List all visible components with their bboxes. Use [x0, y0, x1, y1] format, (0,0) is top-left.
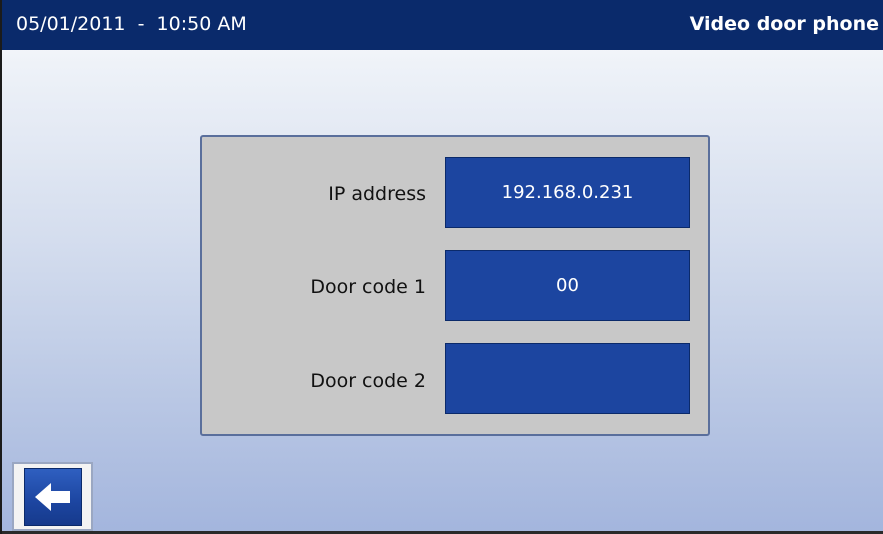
- ip-address-label: IP address: [328, 183, 426, 205]
- screen: 05/01/2011 - 10:50 AM Video door phone I…: [0, 0, 883, 534]
- door-code-2-field[interactable]: [445, 343, 690, 414]
- arrow-left-icon: [34, 482, 70, 511]
- back-button-face[interactable]: [23, 467, 82, 526]
- settings-panel: IP address 192.168.0.231 Door code 1 00 …: [200, 135, 710, 436]
- back-button[interactable]: [12, 462, 93, 531]
- ip-address-field[interactable]: 192.168.0.231: [445, 157, 690, 228]
- door-code-2-label: Door code 2: [310, 370, 426, 392]
- door-code-1-field[interactable]: 00: [445, 250, 690, 321]
- datetime-display: 05/01/2011 - 10:50 AM: [16, 13, 247, 35]
- door-code-1-label: Door code 1: [310, 276, 426, 298]
- title-bar: 05/01/2011 - 10:50 AM Video door phone: [2, 0, 883, 50]
- app-title: Video door phone: [689, 13, 879, 35]
